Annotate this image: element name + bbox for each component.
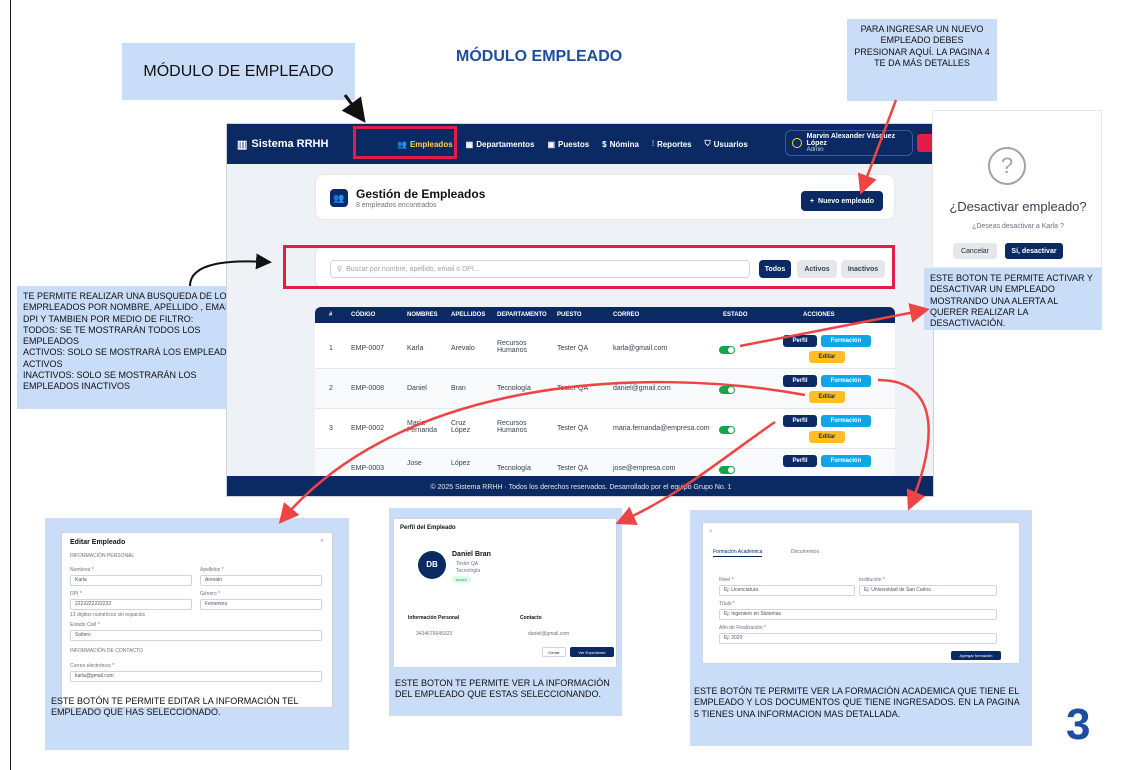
- arrow-formacion: [877, 378, 930, 511]
- arrow-perfil: [615, 420, 776, 525]
- arrow-modulo: [341, 94, 366, 123]
- arrows-overlay: [189, 94, 930, 525]
- arrow-busqueda: [189, 253, 272, 287]
- arrow-nuevo: [857, 99, 898, 195]
- arrow-activar: [739, 303, 930, 348]
- arrow-editar: [278, 380, 806, 524]
